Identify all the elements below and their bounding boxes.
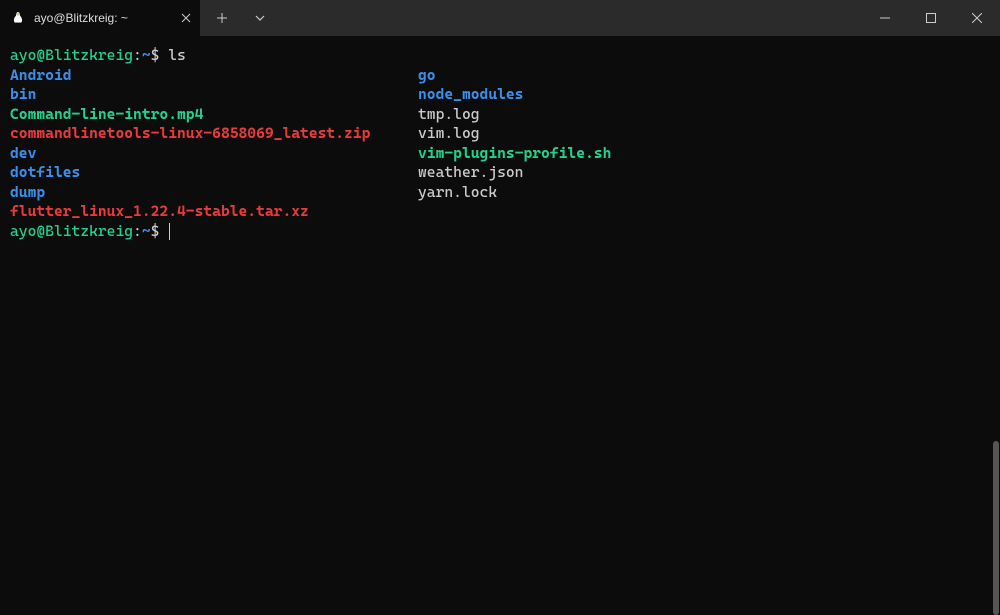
prompt-symbol: $ [151,46,160,64]
terminal-output[interactable]: ayo@Blitzkreig:~$ ls AndroidbinCommand-l… [0,36,1000,615]
close-button[interactable] [954,0,1000,36]
tab-close-button[interactable] [178,10,194,26]
ls-entry: Android [10,66,418,86]
ls-entry: node_modules [418,85,990,105]
titlebar-actions [204,0,278,36]
ls-entry: yarn.lock [418,183,990,203]
ls-entry: dotfiles [10,163,418,183]
prompt-user-host: ayo@Blitzkreig [10,222,133,240]
ls-entry: bin [10,85,418,105]
titlebar: ayo@Blitzkreig: ~ [0,0,1000,36]
prompt-line-current: ayo@Blitzkreig:~$ [10,222,990,242]
prompt-path: ~ [142,46,151,64]
tab-title: ayo@Blitzkreig: ~ [34,11,170,25]
prompt-symbol: $ [151,222,160,240]
ls-entry: vim.log [418,124,990,144]
new-tab-button[interactable] [204,0,240,36]
ls-entry: commandlinetools-linux-6858069_latest.zi… [10,124,418,144]
ls-entry: flutter_linux_1.22.4-stable.tar.xz [10,202,418,222]
window-controls [862,0,1000,36]
ls-output: AndroidbinCommand-line-intro.mp4commandl… [10,66,990,222]
tux-icon [10,10,26,26]
prompt-separator: : [133,222,142,240]
ls-column-2: gonode_modulestmp.logvim.logvim-plugins-… [418,66,990,222]
ls-entry: go [418,66,990,86]
terminal-tab[interactable]: ayo@Blitzkreig: ~ [0,0,200,36]
prompt-line: ayo@Blitzkreig:~$ ls [10,46,990,66]
minimize-button[interactable] [862,0,908,36]
ls-entry: dev [10,144,418,164]
ls-entry: dump [10,183,418,203]
command-text: ls [168,46,186,64]
maximize-button[interactable] [908,0,954,36]
prompt-user-host: ayo@Blitzkreig [10,46,133,64]
ls-entry: Command-line-intro.mp4 [10,105,418,125]
scrollbar-thumb[interactable] [993,441,999,615]
prompt-separator: : [133,46,142,64]
cursor [169,223,170,240]
dropdown-button[interactable] [242,0,278,36]
ls-entry: tmp.log [418,105,990,125]
ls-entry: vim-plugins-profile.sh [418,144,990,164]
scrollbar[interactable] [992,36,1000,615]
ls-entry: weather.json [418,163,990,183]
prompt-path: ~ [142,222,151,240]
ls-column-1: AndroidbinCommand-line-intro.mp4commandl… [10,66,418,222]
